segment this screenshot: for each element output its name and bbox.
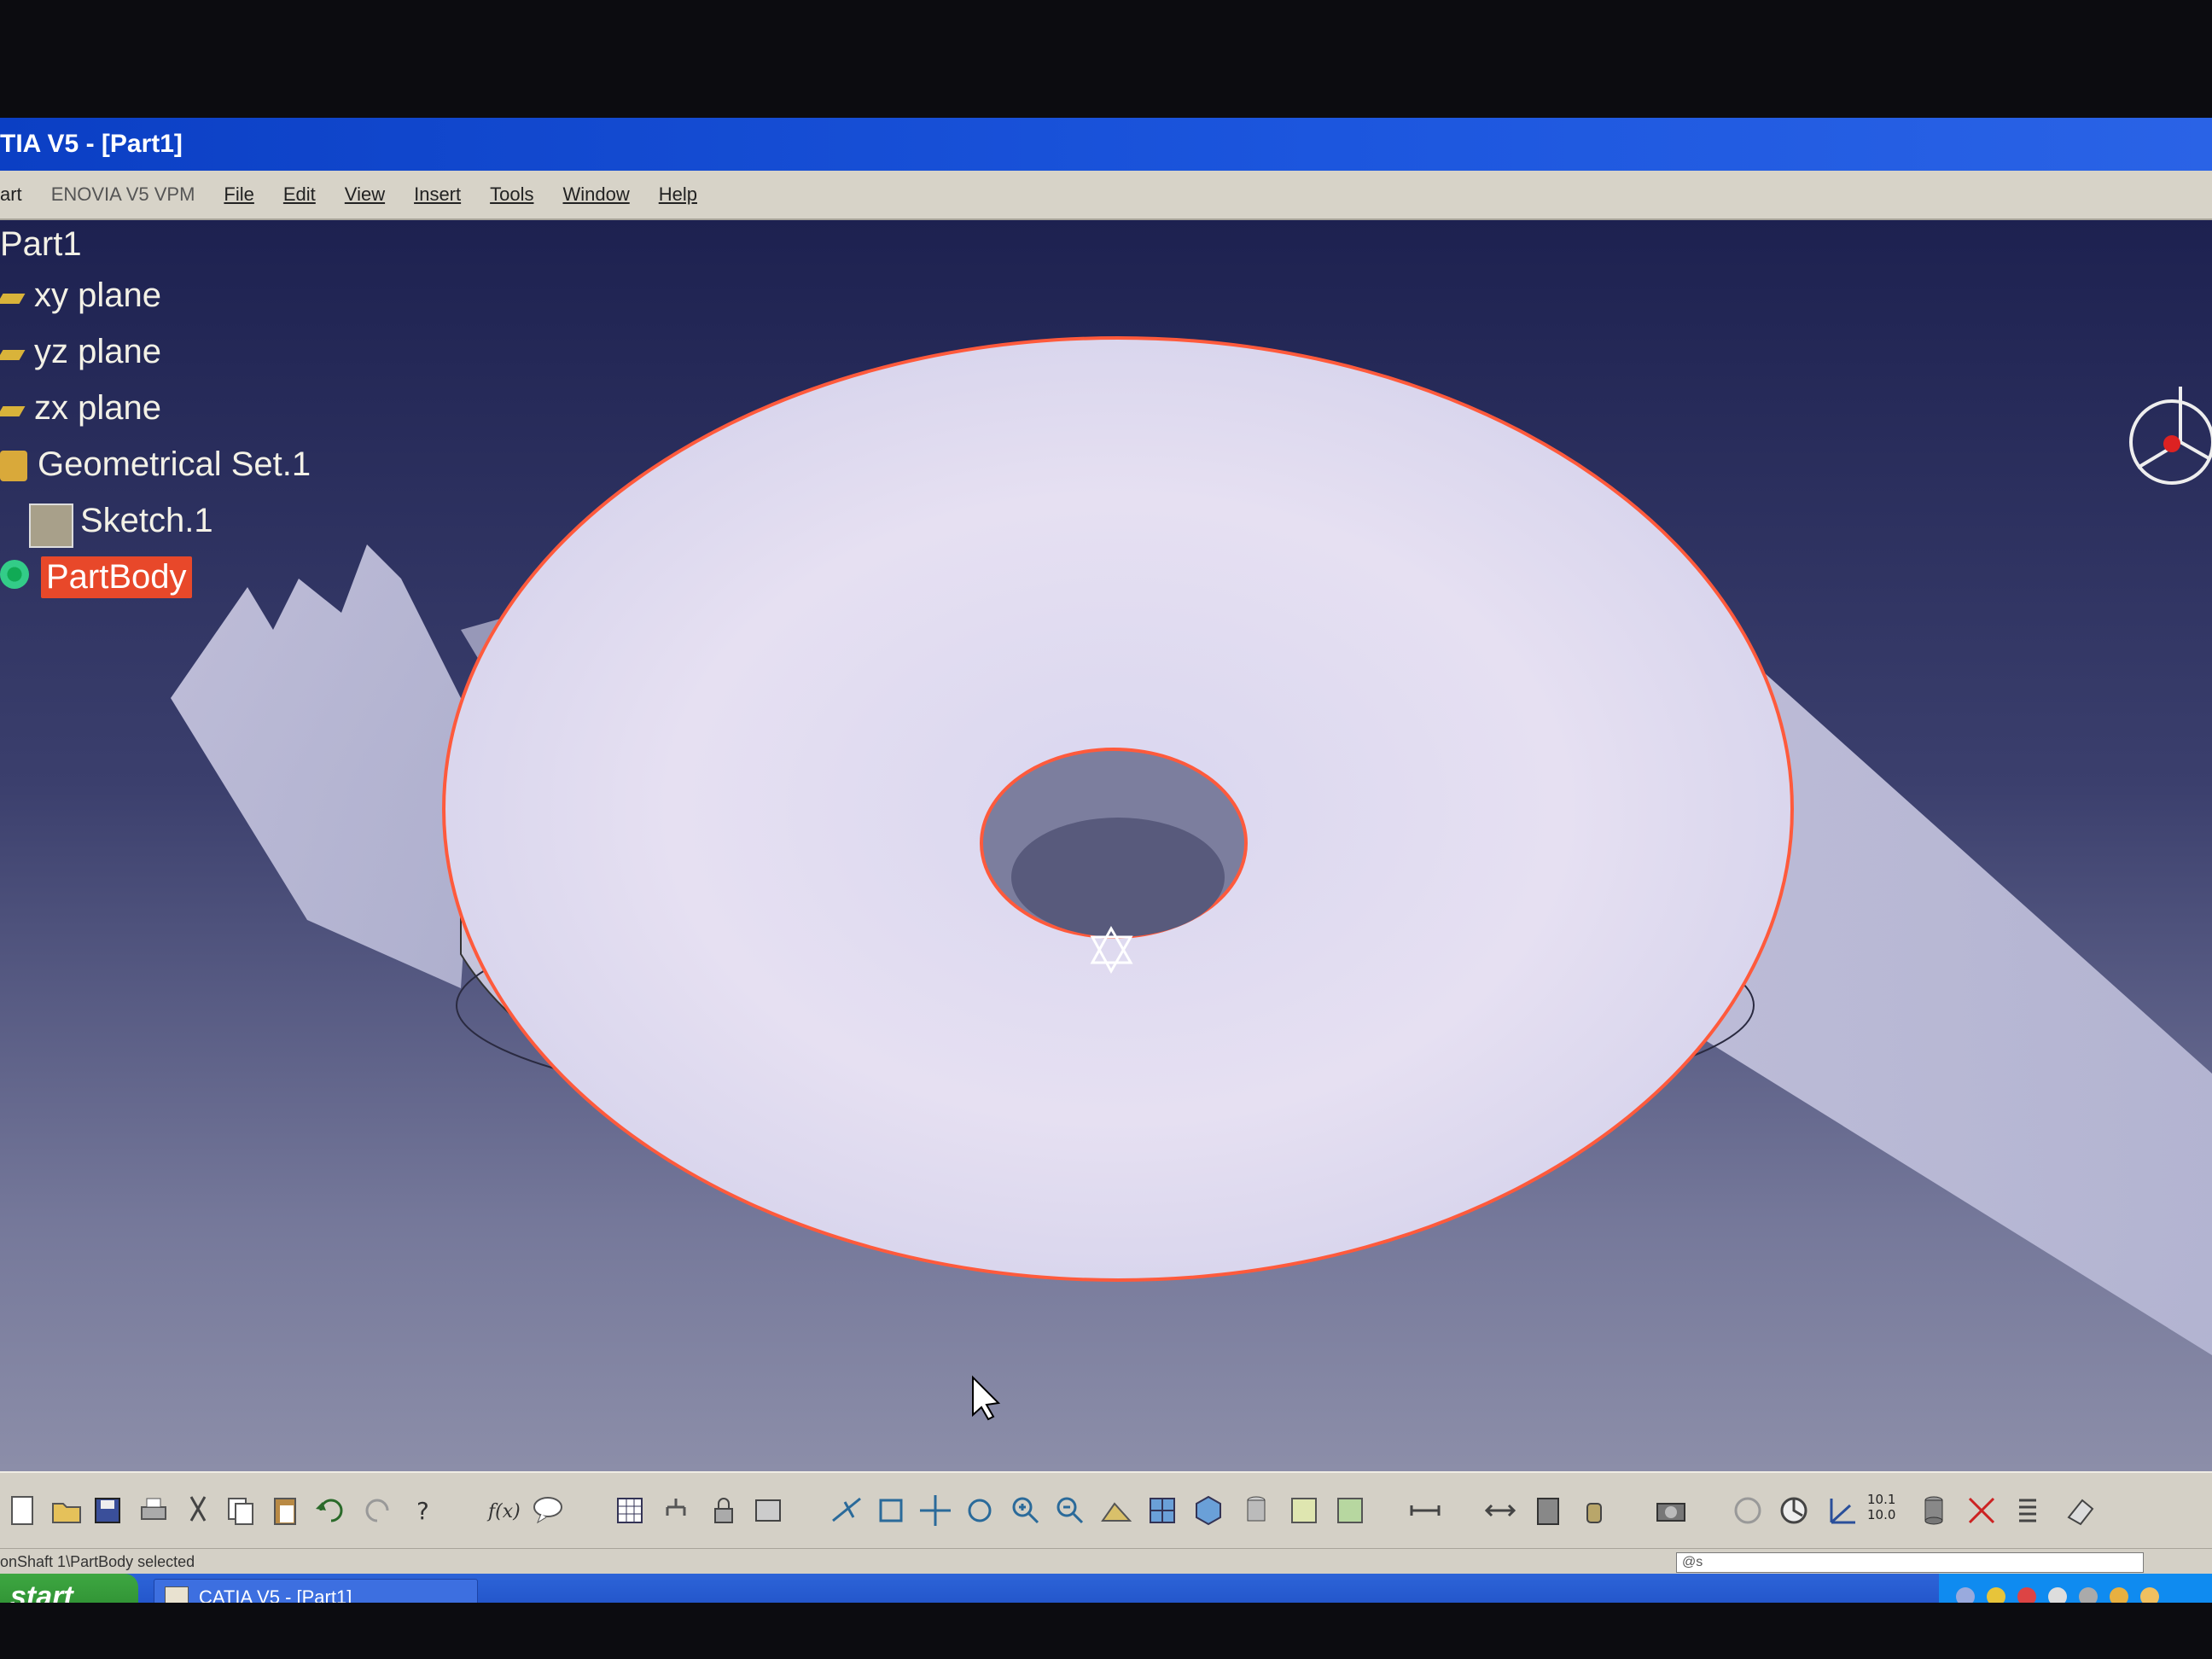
tree-node-partbody[interactable]: PartBody	[41, 556, 192, 598]
save-icon[interactable]	[89, 1492, 126, 1529]
status-bar: onShaft 1\PartBody selected @s	[0, 1548, 2212, 1575]
power-input-field[interactable]: @s	[1676, 1552, 2144, 1573]
security-shield-icon[interactable]	[1987, 1587, 2005, 1603]
undo-icon[interactable]	[312, 1492, 350, 1529]
compass-icon[interactable]	[2129, 387, 2212, 485]
specification-tree: Part1 xy plane yz plane zx plane Geometr…	[0, 220, 478, 664]
comment-icon[interactable]	[529, 1492, 567, 1529]
geometrical-set-icon	[0, 451, 27, 481]
list-icon[interactable]	[2009, 1492, 2046, 1529]
whats-this-icon[interactable]: ?	[408, 1492, 445, 1529]
eraser-icon[interactable]	[2062, 1492, 2099, 1529]
tree-node-zx-plane[interactable]: zx plane	[34, 389, 161, 428]
catalog-icon[interactable]	[749, 1492, 787, 1529]
cylinder-icon[interactable]	[1915, 1492, 1953, 1529]
tree-node-xy-plane[interactable]: xy plane	[34, 276, 161, 315]
update-icon[interactable]	[1652, 1492, 1690, 1529]
paste-icon[interactable]	[266, 1492, 304, 1529]
shading-icon[interactable]	[1237, 1492, 1275, 1529]
zoom-out-icon[interactable]	[1051, 1492, 1089, 1529]
draft-icon[interactable]	[1963, 1492, 2000, 1529]
menu-edit[interactable]: Edit	[283, 183, 316, 206]
table-icon[interactable]	[611, 1492, 649, 1529]
iso-view-icon[interactable]	[1190, 1492, 1227, 1529]
system-tray	[1939, 1574, 2212, 1603]
update-tray-icon[interactable]	[2079, 1587, 2098, 1603]
analysis-icon[interactable]	[1729, 1492, 1767, 1529]
status-message: onShaft 1\PartBody selected	[0, 1553, 195, 1570]
monitor-bezel: TIA V5 - [Part1] art ENOVIA V5 VPM File …	[0, 0, 2212, 1659]
pan-icon[interactable]	[917, 1492, 954, 1529]
measure-item-icon[interactable]	[1481, 1492, 1519, 1529]
menu-enovia[interactable]: ENOVIA V5 VPM	[51, 183, 195, 206]
multi-view-icon[interactable]	[1144, 1492, 1181, 1529]
taskbar-item-catia[interactable]: CATIA V5 - [Part1]	[154, 1579, 478, 1603]
copy-icon[interactable]	[222, 1492, 259, 1529]
center-hole-inner	[1011, 818, 1225, 937]
gear-icon	[0, 560, 29, 589]
tree-root[interactable]: Part1	[0, 225, 82, 264]
menu-window[interactable]: Window	[562, 183, 629, 206]
axis-icon[interactable]	[1775, 1492, 1813, 1529]
volume-icon[interactable]	[2048, 1587, 2067, 1603]
window-title: TIA V5 - [Part1]	[0, 130, 183, 158]
tolerance-value-label: 10.1 10.0	[1867, 1492, 1896, 1522]
menu-bar: art ENOVIA V5 VPM File Edit View Insert …	[0, 171, 2212, 220]
windows-taskbar: start CATIA V5 - [Part1]	[0, 1574, 2212, 1603]
antivirus-icon[interactable]	[2017, 1587, 2036, 1603]
swap-icon[interactable]	[1331, 1492, 1369, 1529]
clock-icon[interactable]	[2140, 1587, 2159, 1603]
svg-text:?: ?	[416, 1497, 429, 1525]
tree-node-sketch[interactable]: Sketch.1	[80, 502, 213, 540]
normal-view-icon[interactable]	[1097, 1492, 1135, 1529]
open-icon[interactable]	[48, 1492, 85, 1529]
menu-help[interactable]: Help	[659, 183, 697, 206]
sketch-icon	[29, 504, 73, 548]
window-title-bar[interactable]: TIA V5 - [Part1]	[0, 118, 2212, 171]
capture-icon[interactable]	[1575, 1492, 1613, 1529]
screen: TIA V5 - [Part1] art ENOVIA V5 VPM File …	[0, 118, 2212, 1603]
taskbar-item-label: CATIA V5 - [Part1]	[199, 1586, 352, 1603]
fly-icon[interactable]	[828, 1492, 865, 1529]
start-button[interactable]: start	[0, 1574, 138, 1603]
menu-tools[interactable]: Tools	[490, 183, 533, 206]
plane-icon	[0, 294, 26, 304]
standard-toolbar: ? f(x) 10.1 10.0	[0, 1471, 2212, 1550]
measure-between-icon[interactable]	[1406, 1492, 1444, 1529]
messenger-icon[interactable]	[2110, 1587, 2128, 1603]
lock-icon[interactable]	[705, 1492, 742, 1529]
svg-text:f(x): f(x)	[486, 1501, 521, 1522]
menu-file[interactable]: File	[224, 183, 253, 206]
zoom-in-icon[interactable]	[1007, 1492, 1045, 1529]
3d-viewport[interactable]: Part1 xy plane yz plane zx plane Geometr…	[0, 220, 2212, 1471]
hide-show-icon[interactable]	[1285, 1492, 1323, 1529]
new-icon[interactable]	[3, 1492, 41, 1529]
fit-all-icon[interactable]	[872, 1492, 910, 1529]
tolerance-icon[interactable]	[1823, 1492, 1860, 1529]
tree-node-yz-plane[interactable]: yz plane	[34, 333, 161, 371]
catia-window-icon	[165, 1586, 189, 1603]
menu-view[interactable]: View	[345, 183, 385, 206]
cut-icon[interactable]	[179, 1492, 217, 1529]
network-icon[interactable]	[1956, 1587, 1975, 1603]
tree-icon[interactable]	[657, 1492, 695, 1529]
print-icon[interactable]	[135, 1492, 172, 1529]
mouse-cursor-icon	[972, 1375, 1001, 1421]
formula-icon[interactable]: f(x)	[485, 1492, 522, 1529]
tree-node-geometrical-set[interactable]: Geometrical Set.1	[38, 445, 311, 484]
redo-icon[interactable]	[358, 1492, 396, 1529]
menu-insert[interactable]: Insert	[414, 183, 461, 206]
rotate-icon[interactable]	[961, 1492, 998, 1529]
plane-icon	[0, 350, 26, 360]
plane-icon	[0, 406, 26, 416]
menu-part[interactable]: art	[0, 183, 22, 206]
inertia-icon[interactable]	[1529, 1492, 1567, 1529]
